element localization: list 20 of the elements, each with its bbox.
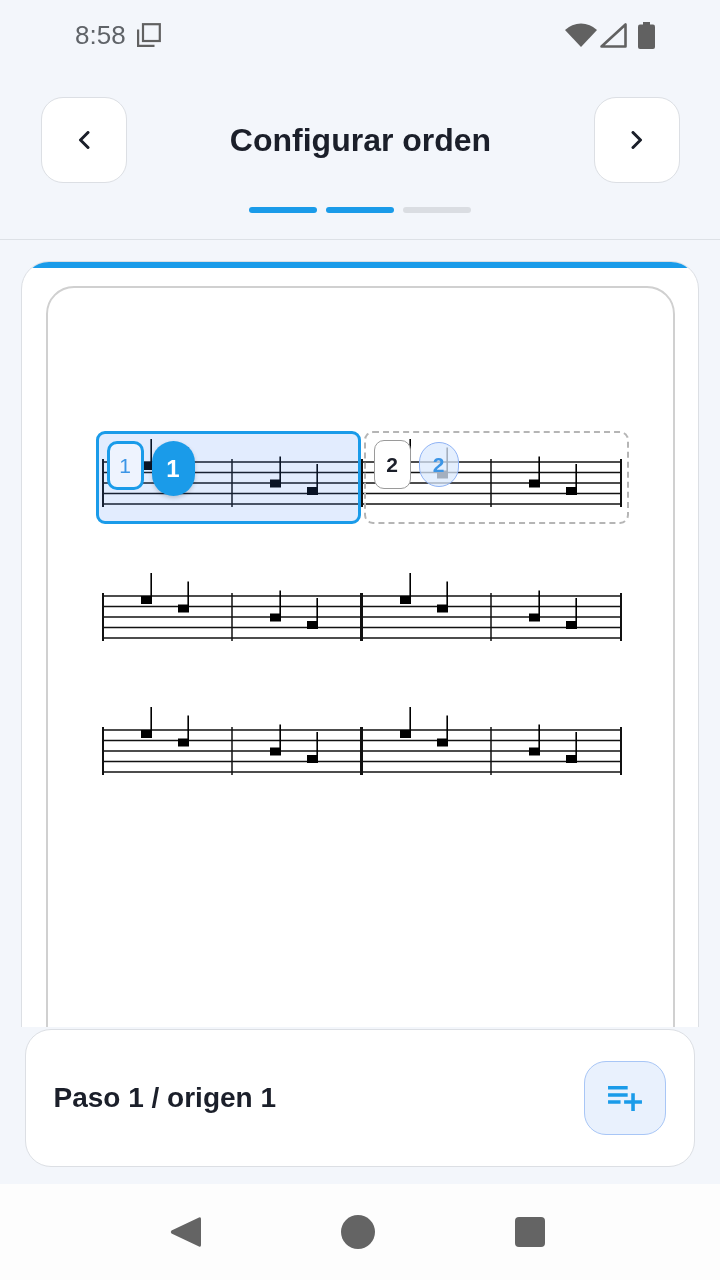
chevron-right-icon: [631, 131, 643, 149]
add-to-list-button[interactable]: [583, 1061, 666, 1135]
order-handle[interactable]: 1: [151, 441, 195, 496]
recents-icon[interactable]: [515, 1217, 545, 1247]
status-time: 8:58: [75, 19, 126, 51]
chevron-left-icon: [78, 131, 90, 149]
screen-title: Configurar orden: [229, 121, 492, 159]
order-slot-label: 1: [106, 441, 144, 490]
battery-icon: [638, 21, 655, 49]
list-add-icon: [607, 1085, 642, 1111]
measure-range-frame[interactable]: 1 1: [95, 431, 361, 524]
measure-range-frame[interactable]: 2 2: [363, 431, 629, 524]
order-handle[interactable]: 2: [418, 442, 459, 487]
order-slot-label: 2: [373, 440, 411, 489]
stacked-squares-icon: [135, 22, 161, 48]
back-icon[interactable]: [170, 1215, 201, 1249]
step-origin-label: Paso 1 / origen 1: [53, 1082, 277, 1114]
wifi-icon: [565, 23, 597, 47]
signal-icon: [600, 22, 627, 48]
home-icon[interactable]: [341, 1215, 375, 1249]
